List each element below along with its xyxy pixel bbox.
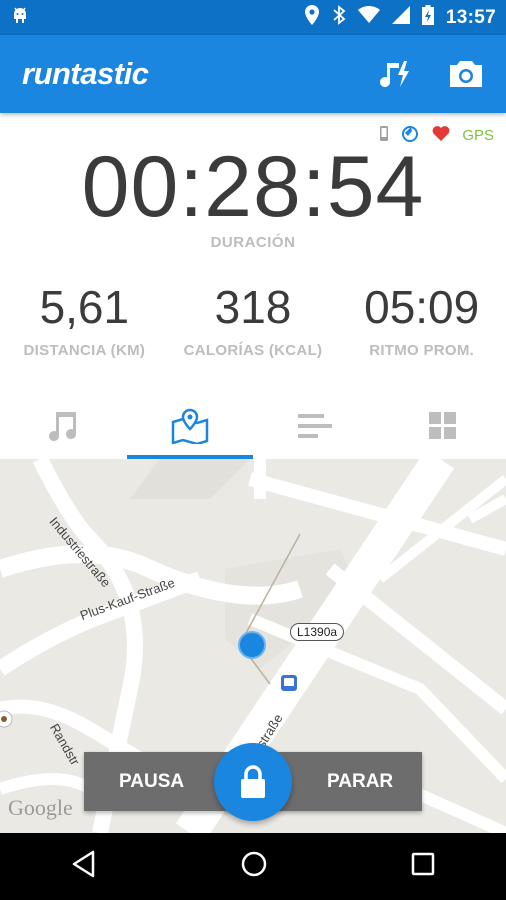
tab-splits[interactable] [253,392,380,459]
status-bar: 13:57 [0,0,506,35]
android-debug-icon [10,5,30,30]
grid-icon [428,411,456,439]
stop-button[interactable]: PARAR [327,771,393,793]
power-song-button[interactable] [378,56,414,92]
tab-dashboard[interactable] [380,392,506,459]
lock-icon [241,765,265,798]
home-button[interactable] [240,850,268,883]
map-icon [171,408,208,444]
recents-square-icon [411,852,434,876]
recents-button[interactable] [411,852,435,881]
music-bolt-icon [380,61,409,88]
location-icon [304,5,320,30]
duration-label: DURACIÓN [210,234,296,251]
back-triangle-icon [73,850,95,878]
distance-value: 5,61 [39,281,130,333]
pause-button[interactable]: PAUSA [119,771,184,793]
battery-icon [421,5,434,30]
calories-value: 318 [214,281,292,333]
pace-label: RITMO PROM. [369,342,475,359]
pace-metric: 05:09 RITMO PROM. [337,280,506,359]
status-time: 13:57 [445,6,496,28]
list-icon [298,413,333,438]
road-badge: L1390a [290,623,345,641]
back-button[interactable] [71,850,97,883]
pace-value: 05:09 [364,281,480,333]
tab-map[interactable] [126,392,254,459]
camera-icon [450,61,482,87]
home-circle-icon [241,851,267,877]
metrics-row: 5,61 DISTANCIA (KM) 318 CALORÍAS (KCAL) … [0,280,506,359]
session-tabs [0,392,506,459]
runtastic-session-screen: 13:57 runtastic GPS 00:28:54 DURACIÓN 5,… [0,0,506,900]
bluetooth-icon [332,5,346,30]
calories-label: CALORÍAS (KCAL) [183,342,323,359]
google-attribution: Google [8,795,73,820]
app-logo: runtastic [22,56,149,91]
signal-icon [391,6,410,29]
wifi-icon [357,5,380,29]
lock-button[interactable] [214,743,292,821]
calories-metric: 318 CALORÍAS (KCAL) [169,280,338,359]
tab-music[interactable] [0,392,127,459]
duration-value: 00:28:54 [81,139,425,235]
distance-metric: 5,61 DISTANCIA (KM) [0,280,169,359]
camera-button[interactable] [448,56,484,92]
app-bar: runtastic [0,35,506,113]
navigation-bar [0,833,506,900]
distance-label: DISTANCIA (KM) [23,342,146,359]
music-note-icon [49,411,77,441]
